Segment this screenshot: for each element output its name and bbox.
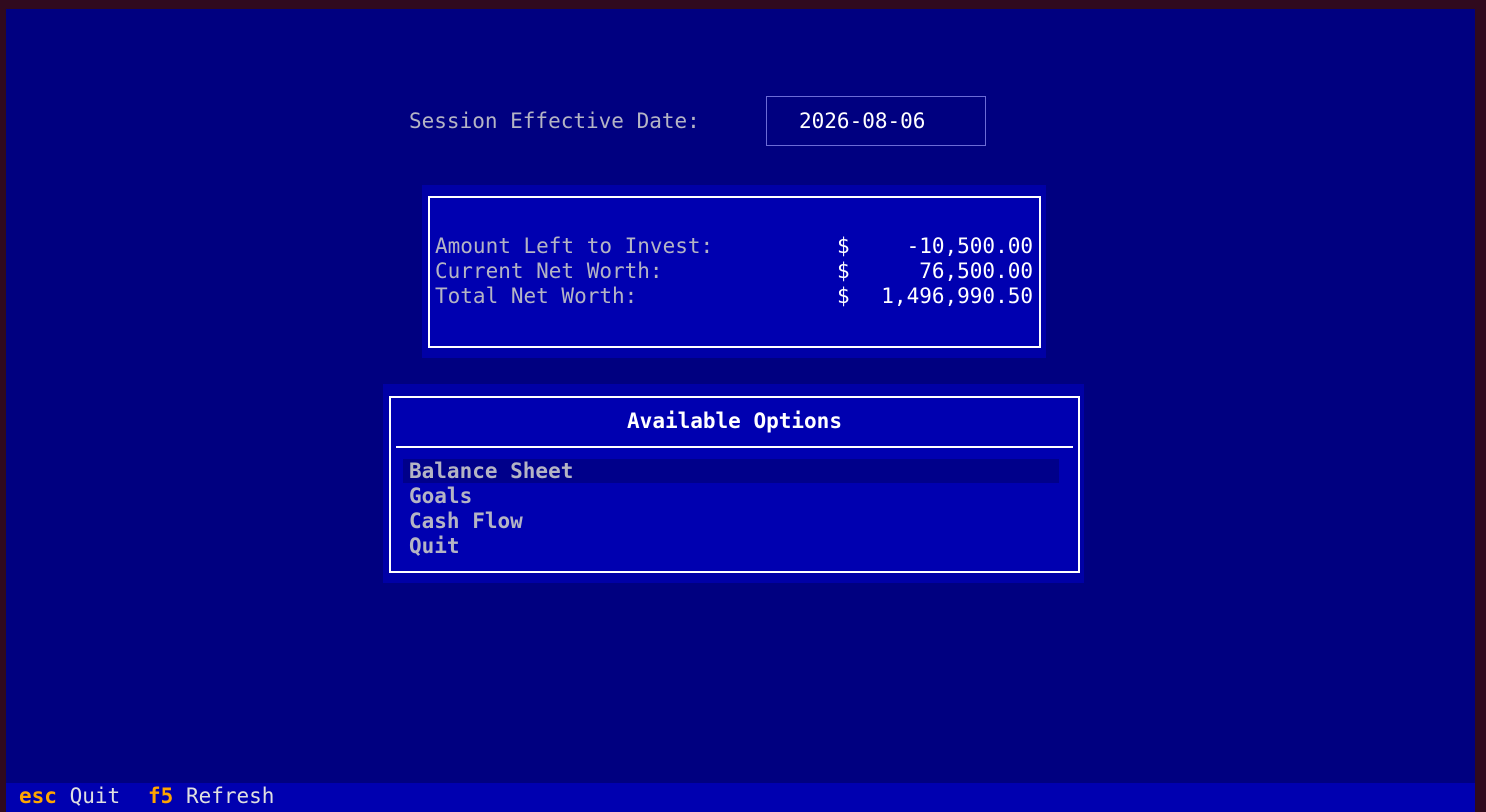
summary-row-current-net-worth: Current Net Worth: $ 76,500.00 xyxy=(435,259,1033,284)
summary-row-label: Total Net Worth: xyxy=(435,284,638,308)
summary-box: Amount Left to Invest: $ -10,500.00 Curr… xyxy=(428,196,1041,348)
footer-key: f5 xyxy=(148,784,174,808)
footer-quit-binding[interactable]: esc Quit xyxy=(19,783,120,810)
footer-refresh-binding[interactable]: f5 Refresh xyxy=(148,783,274,810)
option-balance-sheet[interactable]: Balance Sheet xyxy=(403,459,1059,483)
options-title: Available Options xyxy=(627,409,842,433)
option-cash-flow[interactable]: Cash Flow xyxy=(403,509,1059,533)
footer-keybindings: esc Quit f5 Refresh xyxy=(6,783,1475,812)
footer-action: Refresh xyxy=(185,784,275,808)
currency-symbol: $ xyxy=(837,234,850,258)
session-date-row: Session Effective Date: 2026-08-06 xyxy=(409,96,1009,148)
summary-row-label: Current Net Worth: xyxy=(435,259,663,283)
summary-row-value: 1,496,990.50 xyxy=(881,284,1033,308)
session-date-label: Session Effective Date: xyxy=(409,109,700,133)
footer-action: Quit xyxy=(69,784,121,808)
footer-key: esc xyxy=(19,784,57,808)
summary-row-total-net-worth: Total Net Worth: $ 1,496,990.50 xyxy=(435,284,1033,309)
options-panel: Available Options Balance Sheet Goals Ca… xyxy=(383,384,1084,583)
session-date-input[interactable]: 2026-08-06 xyxy=(766,96,986,146)
options-divider xyxy=(396,446,1073,448)
summary-row-label: Amount Left to Invest: xyxy=(435,234,714,258)
summary-row-value: 76,500.00 xyxy=(919,259,1033,283)
summary-panel: Amount Left to Invest: $ -10,500.00 Curr… xyxy=(422,185,1046,358)
summary-row-amount-left: Amount Left to Invest: $ -10,500.00 xyxy=(435,234,1033,259)
terminal-screen: Session Effective Date: 2026-08-06 Amoun… xyxy=(6,9,1475,812)
options-box: Available Options Balance Sheet Goals Ca… xyxy=(389,396,1080,573)
option-goals[interactable]: Goals xyxy=(403,484,1059,508)
currency-symbol: $ xyxy=(837,259,850,283)
currency-symbol: $ xyxy=(837,284,850,308)
option-quit[interactable]: Quit xyxy=(403,534,1059,558)
summary-row-value: -10,500.00 xyxy=(906,234,1033,258)
